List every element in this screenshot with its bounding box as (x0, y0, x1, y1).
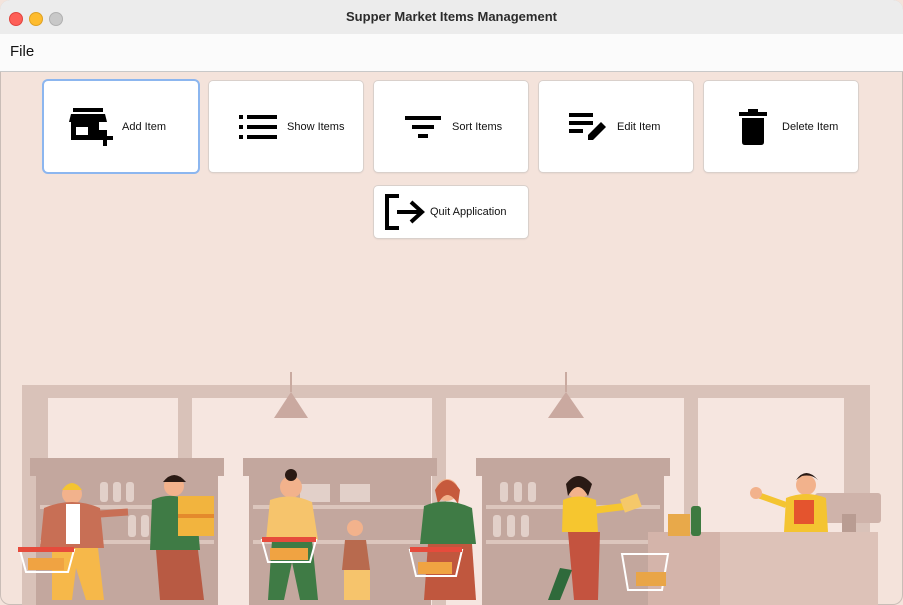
show-items-button[interactable]: Show Items (209, 81, 363, 172)
menu-file[interactable]: File (10, 43, 34, 60)
add-item-label: Add Item (122, 120, 167, 133)
edit-item-label: Edit Item (617, 120, 661, 133)
quit-application-label: Quit Application (430, 206, 507, 218)
app-window: Supper Market Items Management File Add … (0, 0, 903, 605)
add-store-icon (68, 102, 118, 152)
menu-bar: File (0, 34, 903, 72)
add-item-button[interactable]: Add Item (44, 81, 198, 172)
delete-item-label: Delete Item (782, 120, 839, 133)
window-title: Supper Market Items Management (346, 9, 557, 24)
delete-item-button[interactable]: Delete Item (704, 81, 858, 172)
filter-sort-icon (398, 102, 448, 152)
edit-list-icon (563, 102, 613, 152)
list-icon (233, 102, 283, 152)
trash-icon (728, 102, 778, 152)
quit-application-button[interactable]: Quit Application (374, 186, 528, 238)
sort-items-label: Sort Items (452, 120, 503, 133)
supermarket-shoppers-illustration (18, 372, 881, 605)
sort-items-button[interactable]: Sort Items (374, 81, 528, 172)
logout-icon (382, 187, 426, 237)
title-bar: Supper Market Items Management (0, 0, 903, 35)
edit-item-button[interactable]: Edit Item (539, 81, 693, 172)
show-items-label: Show Items (287, 120, 345, 133)
